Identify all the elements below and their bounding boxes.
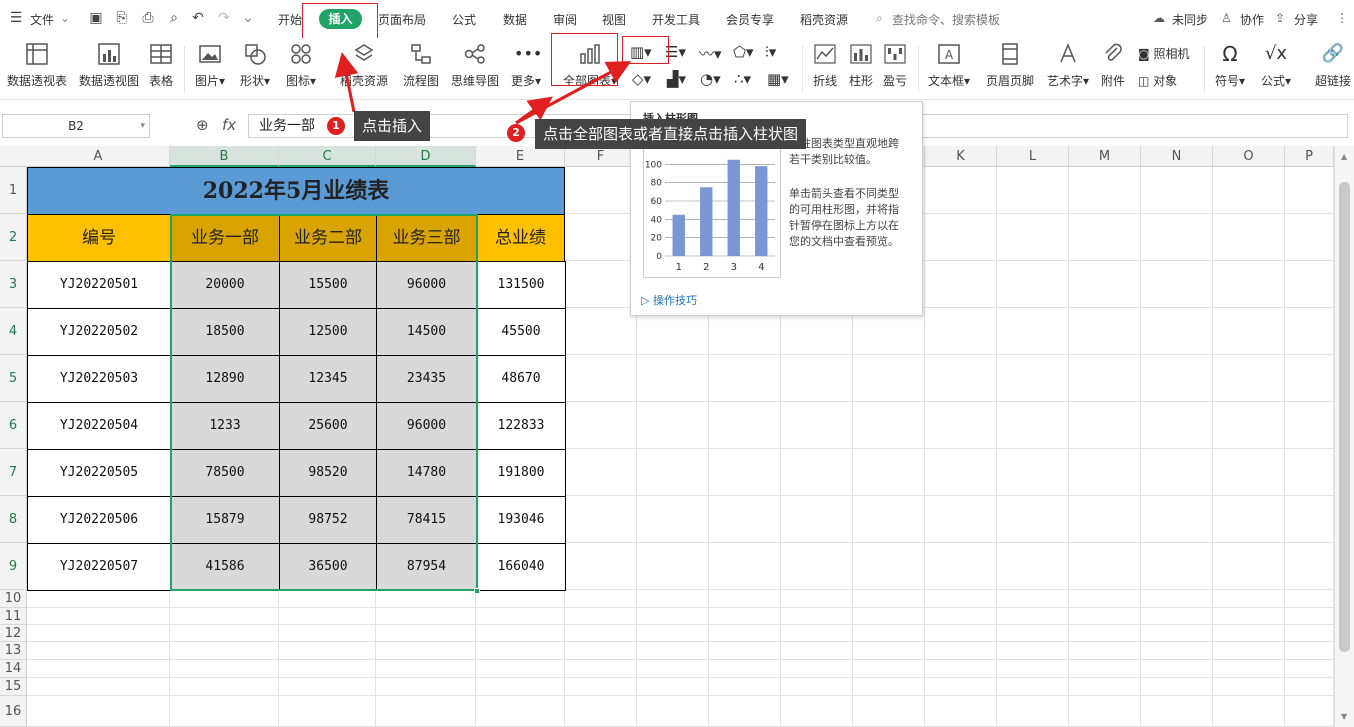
arrow-to-column-chart xyxy=(515,61,632,125)
arrow-to-insert xyxy=(334,52,359,113)
step-one-badge: 1 xyxy=(327,117,345,135)
step-two-badge: 2 xyxy=(507,124,525,142)
annotation-arrows xyxy=(334,52,632,125)
step-two-callout: 点击全部图表或者直接点击插入柱状图 xyxy=(535,119,807,149)
step-one-callout: 点击插入 xyxy=(354,111,431,141)
